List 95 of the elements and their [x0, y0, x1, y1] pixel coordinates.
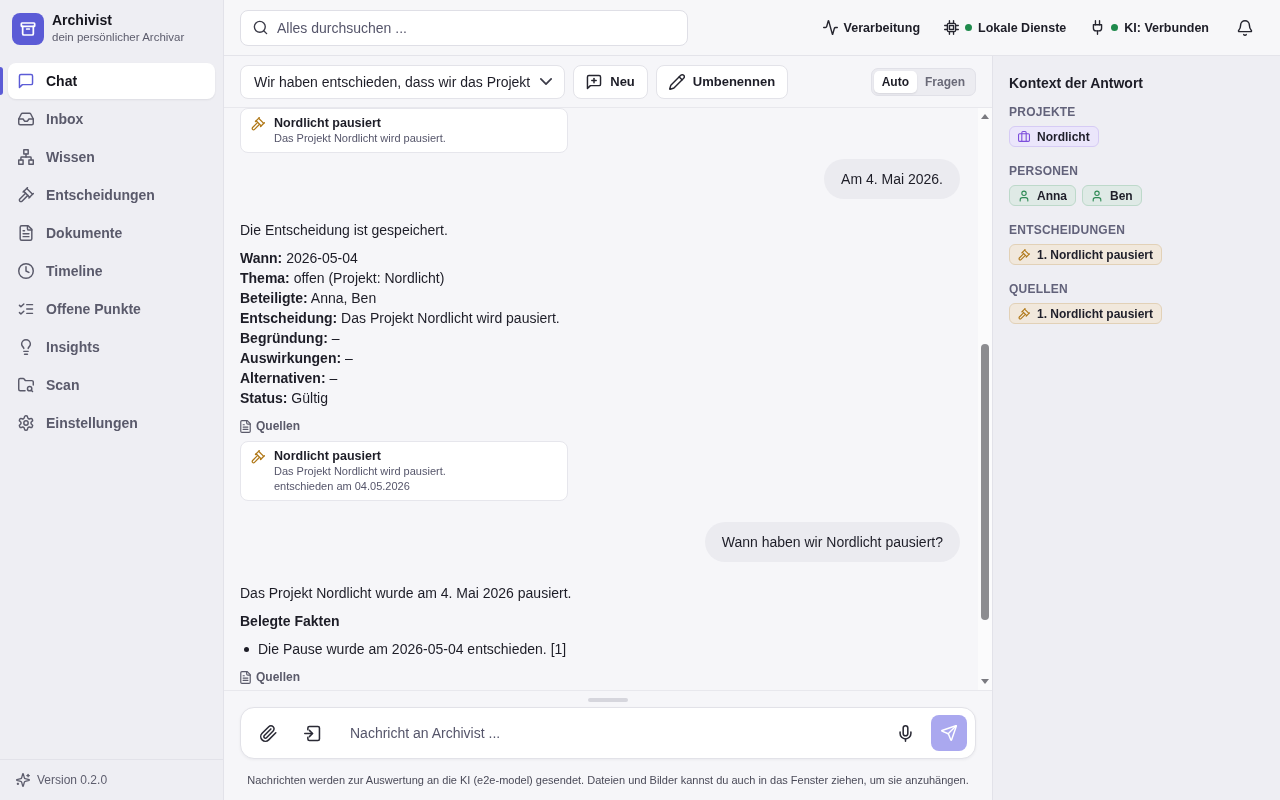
microphone-icon: [896, 724, 914, 742]
sidebar-item[interactable]: Timeline: [8, 253, 215, 289]
decision-chip[interactable]: 1. Nordlicht pausiert: [1009, 303, 1163, 324]
send-icon: [941, 725, 957, 741]
sources-heading: Quellen: [256, 669, 300, 685]
pencil-icon: [668, 73, 685, 90]
sidebar-item[interactable]: Wissen: [8, 139, 215, 175]
source-description: Das Projekt Nordlicht wird pausiert.: [274, 464, 446, 479]
section-label: PERSONEN: [1009, 163, 1080, 179]
checklist-icon: [18, 301, 34, 317]
person-chip[interactable]: Ben: [1082, 185, 1142, 206]
sparkles-icon: [16, 773, 30, 787]
message-heading: Belegte Fakten: [240, 612, 340, 631]
document-icon: [240, 419, 251, 433]
pulse-line-icon: [822, 20, 838, 35]
sidebar-item[interactable]: Dokumente: [8, 215, 215, 251]
sidebar-item[interactable]: Entscheidungen: [8, 177, 215, 213]
field-line: Auswirkungen: –: [240, 349, 354, 368]
person-chip[interactable]: Anna: [1009, 185, 1076, 206]
source-title: Nordlicht pausiert: [274, 115, 382, 131]
sources-heading: Quellen: [256, 418, 300, 434]
field-line: Alternativen: –: [240, 369, 339, 388]
person-icon: [1091, 189, 1103, 202]
search-icon: [253, 20, 268, 35]
chat-bubble-icon: [18, 73, 34, 89]
section-label: ENTSCHEIDUNGEN: [1009, 222, 1127, 238]
field-line: Wann: 2026-05-04: [240, 249, 359, 268]
active-indicator: [0, 67, 3, 95]
message-text: Das Projekt Nordlicht wurde am 4. Mai 2026 pausiert.: [240, 584, 572, 603]
source-date: entschieden am 04.05.2026: [274, 479, 411, 494]
source-card[interactable]: Nordlicht pausiert Das Projekt Nordlicht wird pausiert.: [240, 108, 568, 153]
user-message: Am 4. Mai 2026.: [824, 159, 960, 199]
status-label: Lokale Dienste: [978, 20, 1067, 35]
conversation-dropdown[interactable]: Wir haben entschieden, dass wir das Projekt: [240, 64, 566, 99]
source-card[interactable]: Nordlicht pausiert Das Projekt Nordlicht wird pausiert. entschieden am 04.05.2026: [240, 441, 568, 501]
message-text: Die Entscheidung ist gespeichert.: [240, 221, 448, 240]
paperclip-icon: [259, 724, 277, 742]
section-label: PROJEKTE: [1009, 104, 1077, 120]
lightbulb-icon: [18, 339, 34, 355]
status-label: KI: Verbunden: [1124, 20, 1209, 35]
bullet-icon: [244, 646, 249, 652]
project-chip[interactable]: Nordlicht: [1009, 126, 1099, 147]
gavel-icon: [1018, 248, 1030, 261]
source-title: Nordlicht pausiert: [274, 448, 382, 464]
message-input[interactable]: Nachricht an Archivist ...: [350, 719, 879, 747]
document-icon: [240, 670, 251, 684]
version-label: Version 0.2.0: [37, 773, 108, 787]
decision-chip[interactable]: 1. Nordlicht pausiert: [1009, 244, 1163, 265]
chevron-down-icon: [540, 78, 553, 85]
sidebar-item[interactable]: Inbox: [8, 101, 215, 137]
field-line: Entscheidung: Das Projekt Nordlicht wird pausiert.: [240, 309, 560, 328]
search-input[interactable]: Alles durchsuchen ...: [277, 19, 675, 36]
mode-tab[interactable]: Fragen: [917, 70, 973, 93]
user-message: Wann haben wir Nordlicht pausiert?: [704, 522, 960, 562]
sidebar-item[interactable]: Offene Punkte: [8, 291, 215, 327]
source-description: Das Projekt Nordlicht wird pausiert.: [274, 131, 446, 146]
scrollbar[interactable]: [978, 108, 992, 690]
section-label: QUELLEN: [1009, 281, 1069, 297]
gavel-icon: [1018, 307, 1030, 320]
document-icon: [18, 225, 34, 241]
mode-tab[interactable]: Auto: [873, 70, 917, 93]
app-name: Archivist: [52, 12, 113, 29]
gavel-icon: [251, 450, 265, 464]
composer-note: Nachrichten werden zur Auswertung an die KI (e2e-model) gesendet. Dateien und Bilder kannst du auch in das Fenster ziehen, um sie anzuhängen.: [247, 773, 969, 787]
sidebar-item[interactable]: Insights: [8, 329, 215, 365]
field-line: Status: Gültig: [240, 389, 329, 408]
context-title: Kontext der Antwort: [1009, 74, 1145, 92]
new-chat-button[interactable]: Neu: [573, 64, 648, 99]
app-tagline: dein persönlicher Archivar: [52, 30, 185, 45]
cpu-chip-icon: [944, 20, 960, 35]
list-item-text: Die Pause wurde am 2026-05-04 entschieden. [1]: [258, 640, 567, 659]
status-label: Verarbeitung: [843, 20, 921, 35]
field-line: Beteiligte: Anna, Ben: [240, 289, 378, 308]
sidebar-item[interactable]: Einstellungen: [8, 405, 215, 441]
composer[interactable]: Nachricht an Archivist ...: [240, 707, 976, 759]
folder-search-icon: [18, 377, 34, 393]
person-icon: [1018, 189, 1030, 202]
rename-button[interactable]: Umbenennen: [655, 64, 789, 99]
search-field[interactable]: Alles durchsuchen ...: [240, 9, 688, 46]
arrow-into-box-icon: [303, 724, 321, 742]
archive-box-logo: [12, 12, 44, 45]
briefcase-icon: [1018, 130, 1030, 143]
resize-handle[interactable]: [588, 698, 628, 702]
gavel-icon: [18, 187, 34, 203]
gavel-icon: [251, 117, 265, 131]
bell-icon: [1237, 19, 1253, 36]
clock-icon: [18, 263, 34, 279]
inbox-tray-icon: [18, 111, 34, 127]
chat-plus-icon: [586, 73, 603, 90]
field-line: Begründung: –: [240, 329, 341, 348]
sidebar-item[interactable]: Scan: [8, 367, 215, 403]
settings-icon: [18, 415, 34, 431]
sidebar-item[interactable]: Chat: [8, 63, 215, 99]
field-line: Thema: offen (Projekt: Nordlicht): [240, 269, 446, 288]
hierarchy-icon: [18, 149, 34, 165]
